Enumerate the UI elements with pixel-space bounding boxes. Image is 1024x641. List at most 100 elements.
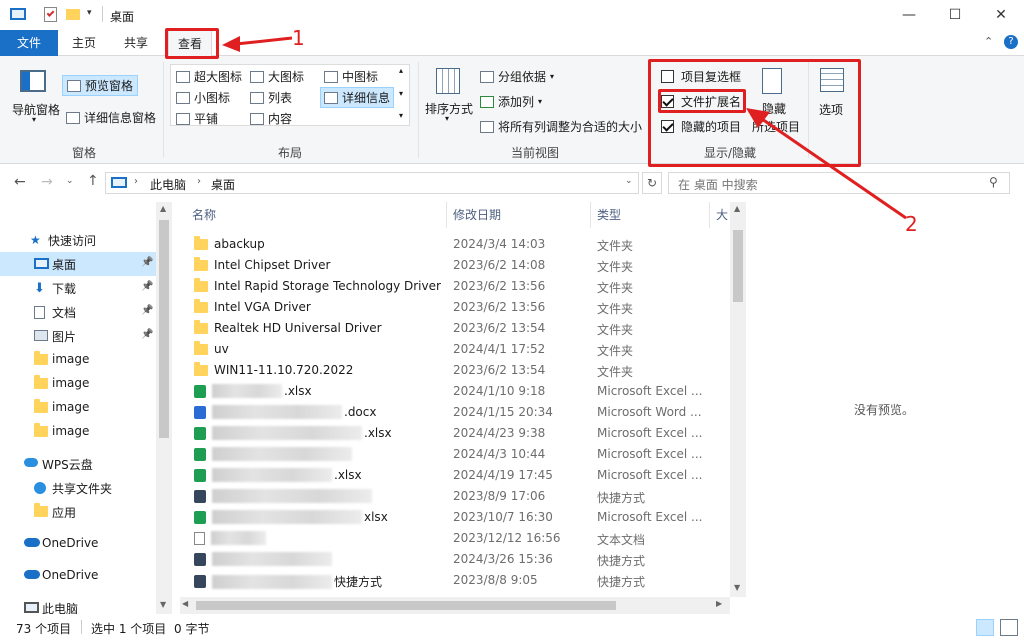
annotation-arrow-1 xyxy=(222,36,293,52)
close-button[interactable]: ✕ xyxy=(978,0,1024,30)
sort-by-button[interactable]: 排序方式 ▾ xyxy=(424,64,474,128)
preview-pane: 没有预览。 xyxy=(746,202,1024,614)
large-icons-view-icon[interactable] xyxy=(1000,619,1018,636)
column-header-name[interactable]: 名称 xyxy=(192,206,216,223)
file-row[interactable]: Intel VGA Driver 2023/6/2 13:56 文件夹 xyxy=(180,297,746,318)
file-row[interactable]: uv 2024/4/1 17:52 文件夹 xyxy=(180,339,746,360)
fit-columns-button[interactable]: 将所有列调整为合适的大小 xyxy=(480,118,642,135)
annotation-label-1: 1 xyxy=(292,26,305,50)
pin-icon[interactable]: 📌 xyxy=(141,305,153,316)
layout-large-icons[interactable]: 大图标 xyxy=(250,68,304,85)
file-row[interactable]: .xlsx 2024/4/23 9:38 Microsoft Excel ... xyxy=(180,423,746,444)
layout-list[interactable]: 列表 xyxy=(250,89,292,106)
nav-item[interactable]: image xyxy=(0,348,172,372)
nav-item[interactable]: 文档 📌 xyxy=(0,300,172,324)
recent-locations-icon[interactable]: ⌄ xyxy=(66,176,74,186)
collapse-ribbon-icon[interactable]: ⌃ xyxy=(984,35,993,48)
tab-share[interactable]: 共享 xyxy=(114,30,158,56)
nav-item[interactable]: 桌面 📌 xyxy=(0,252,172,276)
shortcut-icon xyxy=(194,552,206,566)
help-icon[interactable]: ? xyxy=(1004,35,1018,49)
group-by-button[interactable]: 分组依据 ▾ xyxy=(480,68,554,85)
hscroll-thumb[interactable] xyxy=(196,601,616,610)
pin-icon[interactable]: 📌 xyxy=(141,281,153,292)
file-row[interactable]: Intel Chipset Driver 2023/6/2 14:08 文件夹 xyxy=(180,255,746,276)
nav-scrollbar[interactable]: ▲ ▼ xyxy=(156,202,172,614)
redacted-name xyxy=(212,510,362,524)
details-pane-button[interactable]: 详细信息窗格 xyxy=(66,109,156,126)
file-list-hscrollbar[interactable]: ◀ ▶ xyxy=(180,597,730,614)
nav-scroll-thumb[interactable] xyxy=(159,220,169,438)
file-row[interactable]: xlsx 2023/10/7 16:30 Microsoft Excel ... xyxy=(180,507,746,528)
file-date: 2023/6/2 13:56 xyxy=(453,300,546,314)
file-row[interactable]: 快捷方式 2023/8/8 9:05 快捷方式 xyxy=(180,570,746,591)
layout-tiles[interactable]: 平铺 xyxy=(176,110,218,127)
address-dropdown-icon[interactable]: ⌄ xyxy=(625,176,633,186)
share-icon xyxy=(34,482,46,494)
refresh-icon[interactable]: ↻ xyxy=(642,172,662,194)
layout-content[interactable]: 内容 xyxy=(250,110,292,127)
layout-more-icon[interactable]: ▾ xyxy=(399,111,403,120)
file-row[interactable]: Intel Rapid Storage Technology Driver 202… xyxy=(180,276,746,297)
breadcrumb-this-pc[interactable]: 此电脑 xyxy=(150,176,186,193)
layout-scroll-up-icon[interactable]: ▴ xyxy=(399,66,403,75)
address-bar[interactable]: › 此电脑 › 桌面 ⌄ xyxy=(105,172,639,194)
layout-small-icons[interactable]: 小图标 xyxy=(176,89,230,106)
file-list-scrollbar[interactable]: ▲ ▼ xyxy=(730,202,746,597)
column-header-size[interactable]: 大 xyxy=(716,206,728,223)
layout-medium-icons[interactable]: 中图标 xyxy=(324,68,378,85)
layout-extra-large-icons[interactable]: 超大图标 xyxy=(176,68,242,85)
file-row[interactable]: abackup 2024/3/4 14:03 文件夹 xyxy=(180,234,746,255)
up-icon[interactable]: ↑ xyxy=(87,173,99,189)
file-date: 2024/1/15 20:34 xyxy=(453,405,553,419)
file-row[interactable]: .xlsx 2024/4/19 17:45 Microsoft Excel ... xyxy=(180,465,746,486)
nav-item[interactable]: image xyxy=(0,396,172,420)
file-type: 文件夹 xyxy=(597,344,634,358)
details-view-icon[interactable] xyxy=(976,619,994,636)
file-row[interactable]: .docx 2024/1/15 20:34 Microsoft Word ... xyxy=(180,402,746,423)
nav-item[interactable]: image xyxy=(0,420,172,444)
cloud-icon xyxy=(24,458,38,467)
layout-scroll-down-icon[interactable]: ▾ xyxy=(399,89,403,98)
new-folder-icon[interactable] xyxy=(66,9,80,20)
pin-icon[interactable]: 📌 xyxy=(141,329,153,340)
nav-item-label: 图片 xyxy=(52,330,77,344)
file-row[interactable]: .xlsx 2024/1/10 9:18 Microsoft Excel ... xyxy=(180,381,746,402)
breadcrumb-desktop[interactable]: 桌面 xyxy=(211,176,235,193)
tab-file[interactable]: 文件 xyxy=(0,30,58,56)
file-row[interactable]: WIN11-11.10.720.2022 2023/6/2 13:54 文件夹 xyxy=(180,360,746,381)
file-list-scroll-thumb[interactable] xyxy=(733,230,743,302)
add-columns-button[interactable]: 添加列 ▾ xyxy=(480,93,542,110)
pin-icon[interactable]: 📌 xyxy=(141,257,153,268)
nav-item[interactable]: ⬇ 下载 📌 xyxy=(0,276,172,300)
minimize-button[interactable]: — xyxy=(886,0,932,30)
file-row[interactable]: 2024/3/26 15:36 快捷方式 xyxy=(180,549,746,570)
nav-pane-button[interactable]: 导航窗格 ▾ xyxy=(8,66,60,126)
file-list: ^ 名称 修改日期 类型 大 abackup 2024/3/4 14:03 文件夹 I… xyxy=(180,202,746,597)
quick-access-dropdown-icon[interactable]: ▾ xyxy=(87,8,92,18)
file-type: 快捷方式 xyxy=(597,491,646,505)
layout-details[interactable]: 详细信息 xyxy=(320,87,395,108)
redacted-name xyxy=(211,531,266,545)
nav-item[interactable]: 图片 📌 xyxy=(0,324,172,348)
file-row[interactable]: Realtek HD Universal Driver 2023/6/2 13:5… xyxy=(180,318,746,339)
nav-item[interactable]: ★ 快速访问 xyxy=(0,228,172,252)
nav-item[interactable]: 共享文件夹 xyxy=(0,476,172,500)
folder-icon xyxy=(34,375,48,389)
nav-item[interactable]: image xyxy=(0,372,172,396)
nav-item[interactable]: 应用 xyxy=(0,500,172,524)
nav-item[interactable]: OneDrive xyxy=(0,564,172,588)
nav-item[interactable]: OneDrive xyxy=(0,532,172,556)
back-icon[interactable]: ← xyxy=(14,174,26,190)
tab-home[interactable]: 主页 xyxy=(62,30,106,56)
column-header-type[interactable]: 类型 xyxy=(597,206,621,223)
file-row[interactable]: 2023/8/9 17:06 快捷方式 xyxy=(180,486,746,507)
column-header-date[interactable]: 修改日期 xyxy=(453,206,501,223)
nav-item[interactable]: WPS云盘 xyxy=(0,452,172,476)
preview-pane-button[interactable]: 预览窗格 xyxy=(62,75,139,96)
file-row[interactable]: 2024/4/3 10:44 Microsoft Excel ... xyxy=(180,444,746,465)
properties-icon[interactable] xyxy=(44,7,57,22)
maximize-button[interactable]: ☐ xyxy=(932,0,978,30)
file-row[interactable]: 2023/12/12 16:56 文本文档 xyxy=(180,528,746,549)
forward-icon[interactable]: → xyxy=(41,174,53,190)
